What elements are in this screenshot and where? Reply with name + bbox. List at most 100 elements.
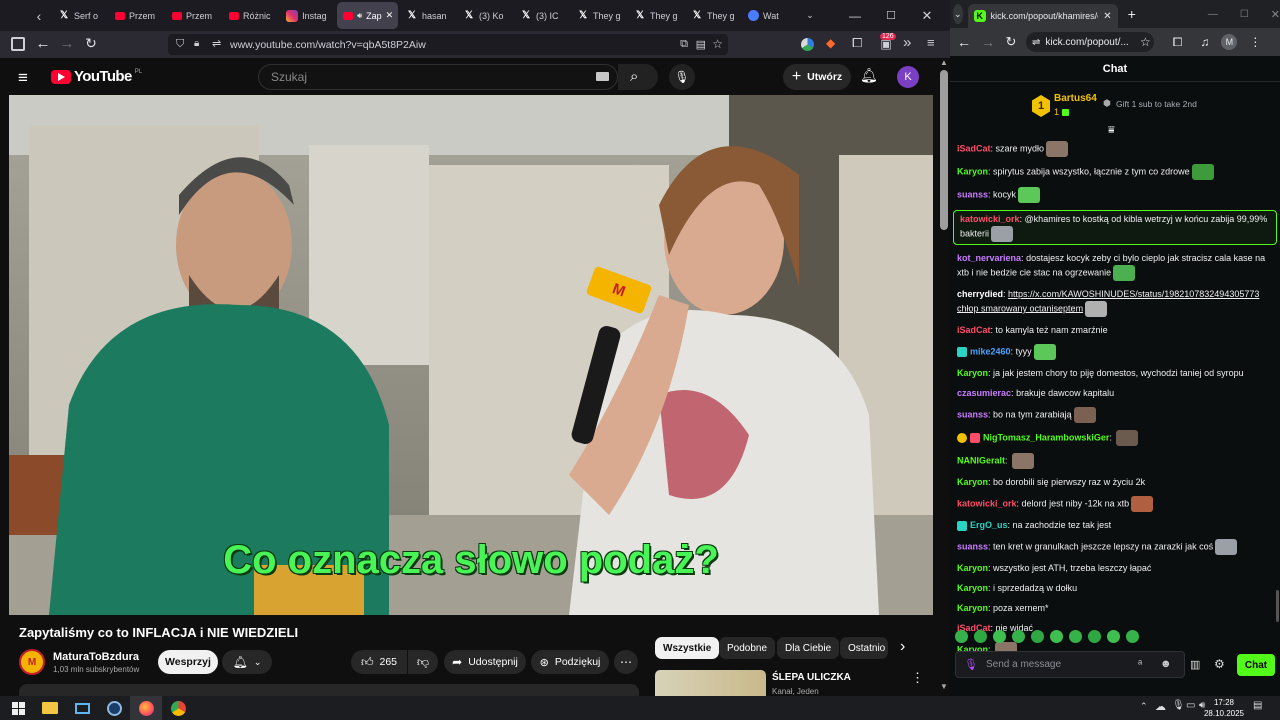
browser-tab[interactable]: Wat xyxy=(742,2,797,29)
browser-tab[interactable]: Przem xyxy=(166,2,221,29)
bookmark-star-icon[interactable]: ☆ xyxy=(712,37,723,51)
media-controls-icon[interactable]: ♫ xyxy=(1200,35,1209,49)
chat-username[interactable]: iSadCat xyxy=(957,325,991,335)
taskbar-explorer[interactable] xyxy=(34,696,66,720)
chat-username[interactable]: Karyon xyxy=(957,368,988,378)
channel-avatar[interactable]: M xyxy=(19,649,45,675)
back-arrow-icon[interactable]: ← xyxy=(34,35,52,52)
browser-tab[interactable]: 𝕏 (3) IC xyxy=(514,2,569,29)
chat-message[interactable]: kot_nervariena: dostajesz kocyk zeby ci … xyxy=(950,252,1280,281)
browser-tab[interactable]: 𝕏 (3) Ko xyxy=(457,2,512,29)
start-button[interactable] xyxy=(2,696,34,720)
chat-username[interactable]: Karyon xyxy=(957,477,988,487)
close-icon[interactable]: ✕ xyxy=(1271,8,1280,21)
chat-message[interactable]: katowicki_ork: @khamires to kostką od ki… xyxy=(953,210,1277,245)
chat-message[interactable]: mike2460: tyyy xyxy=(950,344,1280,360)
minimize-icon[interactable]: — xyxy=(837,9,873,23)
page-scrollbar[interactable]: ▲ ▼ xyxy=(938,58,950,696)
microphone-icon[interactable]: 🎙︎ xyxy=(964,658,978,671)
support-button[interactable]: Wesprzyj xyxy=(158,650,218,674)
search-button[interactable]: ⌕ xyxy=(618,64,658,90)
guide-menu-icon[interactable]: ≡ xyxy=(18,68,28,88)
reload-icon[interactable]: ↻ xyxy=(82,35,100,52)
taskbar-steam[interactable] xyxy=(98,696,130,720)
emote-icon[interactable] xyxy=(974,630,987,643)
clock[interactable]: 17:28 28.10.2025 xyxy=(1200,697,1248,719)
emote-icon[interactable] xyxy=(1012,630,1025,643)
new-tab-icon[interactable]: + xyxy=(1128,6,1136,22)
chat-username[interactable]: mike2460 xyxy=(970,346,1011,356)
chrome-url[interactable]: kick.com/popout/... xyxy=(1045,37,1128,48)
maximize-icon[interactable]: ☐ xyxy=(873,9,909,22)
minimize-icon[interactable]: — xyxy=(1208,9,1218,20)
search-input[interactable]: Szukaj xyxy=(258,64,618,90)
taskbar-app-monitor[interactable] xyxy=(66,696,98,720)
chat-message[interactable]: suanss: bo na tym zarabiają xyxy=(950,407,1280,423)
chevron-down-icon[interactable]: ⌄ xyxy=(801,10,819,21)
scroll-down-arrow-icon[interactable]: ▼ xyxy=(940,682,948,691)
notifications-icon[interactable]: ▤ xyxy=(1253,700,1262,711)
onedrive-cloud-icon[interactable]: ☁ xyxy=(1155,700,1166,713)
scroll-up-arrow-icon[interactable]: ▲ xyxy=(940,58,948,67)
browser-tab[interactable]: 𝕏 They g xyxy=(571,2,626,29)
chat-username[interactable]: suanss xyxy=(957,541,988,551)
chat-username[interactable]: katowicki_ork xyxy=(957,498,1017,508)
chat-scrollbar-thumb[interactable] xyxy=(1276,590,1279,622)
forward-arrow-icon[interactable]: → xyxy=(976,34,1000,50)
emote-icon[interactable] xyxy=(1126,630,1139,643)
reload-icon[interactable]: ↻ xyxy=(1000,34,1022,50)
tray-microphone-icon[interactable]: 🎙︎ xyxy=(1172,700,1185,711)
chat-username[interactable]: NigTomasz_HarambowskiGer xyxy=(983,432,1109,442)
extensions-puzzle-icon[interactable]: ⧠ xyxy=(1173,35,1183,50)
chrome-omnibox[interactable]: ⇌ kick.com/popout/... xyxy=(1026,32,1154,52)
emote-icon[interactable] xyxy=(1088,630,1101,643)
extension-fox-icon[interactable]: ◆ xyxy=(826,36,835,50)
emote-icon[interactable] xyxy=(1069,630,1082,643)
extensions-puzzle-icon[interactable]: ⧠ xyxy=(852,35,862,51)
more-actions-button[interactable]: ⋯ xyxy=(614,650,638,674)
bookmark-star-icon[interactable]: ☆ xyxy=(1140,35,1151,49)
browser-tab[interactable]: Przem xyxy=(109,2,164,29)
chat-message[interactable]: Karyon: poza xernem* xyxy=(950,602,1280,615)
chat-username[interactable]: iSadCat xyxy=(957,143,991,153)
emote-icon[interactable] xyxy=(1031,630,1044,643)
maximize-icon[interactable]: ☐ xyxy=(1240,9,1249,20)
chat-username[interactable]: czasumierac xyxy=(957,388,1011,398)
chat-username[interactable]: ErgO_us xyxy=(970,520,1008,530)
chat-message[interactable]: iSadCat: to kamyla też nam zmarźnie xyxy=(950,324,1280,337)
chat-message[interactable]: suanss: kocyk xyxy=(950,187,1280,203)
share-button[interactable]: ➦ Udostępnij xyxy=(444,650,526,674)
thanks-button[interactable]: ⊛ Podziękuj xyxy=(531,650,609,674)
chat-message[interactable]: suanss: ten kret w granulkach jeszcze le… xyxy=(950,539,1280,555)
channel-name[interactable]: MaturaToBzdura xyxy=(53,651,139,663)
browser-tab[interactable]: 𝕏 They g xyxy=(685,2,740,29)
notification-bell-button[interactable]: 🔔︎ ⌄ xyxy=(222,650,272,674)
taskbar-firefox[interactable] xyxy=(130,696,162,720)
overflow-chevrons-icon[interactable]: » xyxy=(903,34,911,51)
forward-arrow-icon[interactable]: → xyxy=(58,35,76,52)
dislike-button[interactable]: 👎︎ xyxy=(408,650,438,674)
chat-message[interactable]: Karyon: bo dorobili się pierwszy raz w ż… xyxy=(950,476,1280,489)
emote-icon[interactable] xyxy=(955,630,968,643)
emote-icon[interactable] xyxy=(993,630,1006,643)
chat-username[interactable]: kot_nervariena xyxy=(957,253,1021,263)
chat-username[interactable]: Karyon xyxy=(957,166,988,176)
audio-playing-icon[interactable]: 🔊︎ xyxy=(357,11,362,21)
chevron-left-icon[interactable]: ‹ xyxy=(26,2,52,29)
network-icon[interactable]: ▭ xyxy=(1186,700,1195,711)
emoji-icon[interactable]: ☻ xyxy=(1160,658,1172,670)
chat-message[interactable]: cherrydied: https://x.com/KAWOSHINUDES/s… xyxy=(950,288,1280,317)
keyboard-icon[interactable] xyxy=(596,72,609,81)
profile-avatar[interactable]: M xyxy=(1221,34,1238,50)
chat-username[interactable]: cherrydied xyxy=(957,289,1003,299)
hamburger-menu-icon[interactable]: ≡ xyxy=(927,35,935,50)
chat-message[interactable]: czasumierac: brakuje dawcow kapitalu xyxy=(950,387,1280,400)
tab-close-icon[interactable]: ✕ xyxy=(386,10,394,21)
chrome-tab[interactable]: K kick.com/popout/khamires/cha ✕ xyxy=(967,4,1118,28)
browser-tab[interactable]: 𝕏 Serf o xyxy=(52,2,107,29)
chat-message[interactable]: NANIGeralt: xyxy=(950,453,1280,469)
chip-all[interactable]: Wszystkie xyxy=(655,637,720,659)
chat-message[interactable]: ErgO_us: na zachodzie tez tak jest xyxy=(950,519,1280,532)
scrollbar-thumb[interactable] xyxy=(940,70,948,230)
chat-username[interactable]: Karyon xyxy=(957,583,988,593)
